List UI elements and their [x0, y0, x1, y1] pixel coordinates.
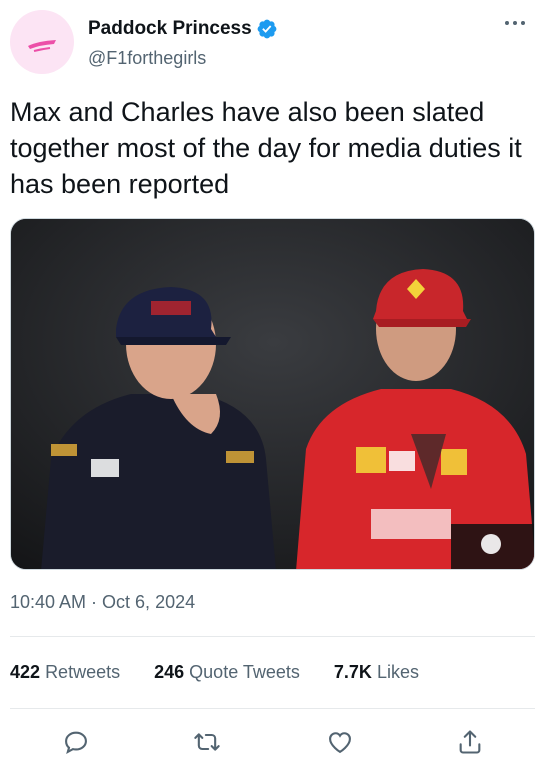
- tweet-text: Max and Charles have also been slated to…: [10, 97, 522, 199]
- likes-stat[interactable]: 7.7K Likes: [334, 662, 419, 683]
- more-options-icon[interactable]: [502, 16, 528, 30]
- verified-badge-icon: [257, 19, 277, 39]
- tweet-photo[interactable]: [10, 218, 535, 570]
- likes-label: Likes: [376, 662, 419, 682]
- retweets-label: Retweets: [45, 662, 121, 682]
- user-handle[interactable]: @F1forthegirls: [88, 48, 206, 69]
- likes-count: 7.7K: [333, 662, 372, 682]
- action-bar: [0, 722, 540, 766]
- retweet-icon: [194, 733, 220, 751]
- divider: [10, 708, 535, 709]
- photo-image: [11, 219, 534, 569]
- retweets-count: 422: [10, 662, 41, 682]
- share-button[interactable]: [450, 722, 490, 762]
- name-row: Paddock Princess: [88, 18, 278, 40]
- retweet-button[interactable]: [187, 722, 227, 762]
- display-name[interactable]: Paddock Princess: [88, 18, 252, 40]
- tweet-timestamp[interactable]: 10:40 AM · Oct 6, 2024: [10, 592, 195, 613]
- quotes-count: 246: [154, 662, 185, 682]
- like-icon: [329, 732, 351, 754]
- avatar-logo-icon: [28, 40, 56, 52]
- reply-button[interactable]: [56, 722, 96, 762]
- like-button[interactable]: [320, 722, 360, 762]
- quotes-label: Quote Tweets: [189, 662, 300, 682]
- quotes-stat[interactable]: 246 Quote Tweets: [154, 662, 300, 683]
- retweets-stat[interactable]: 422 Retweets: [10, 662, 120, 683]
- share-icon: [459, 730, 481, 754]
- engagement-stats: 422 Retweets 246 Quote Tweets 7.7K Likes: [10, 662, 453, 683]
- reply-icon: [65, 731, 87, 755]
- tweet-header: Paddock Princess @F1forthegirls: [10, 10, 530, 76]
- avatar[interactable]: [10, 10, 74, 74]
- divider: [10, 636, 535, 637]
